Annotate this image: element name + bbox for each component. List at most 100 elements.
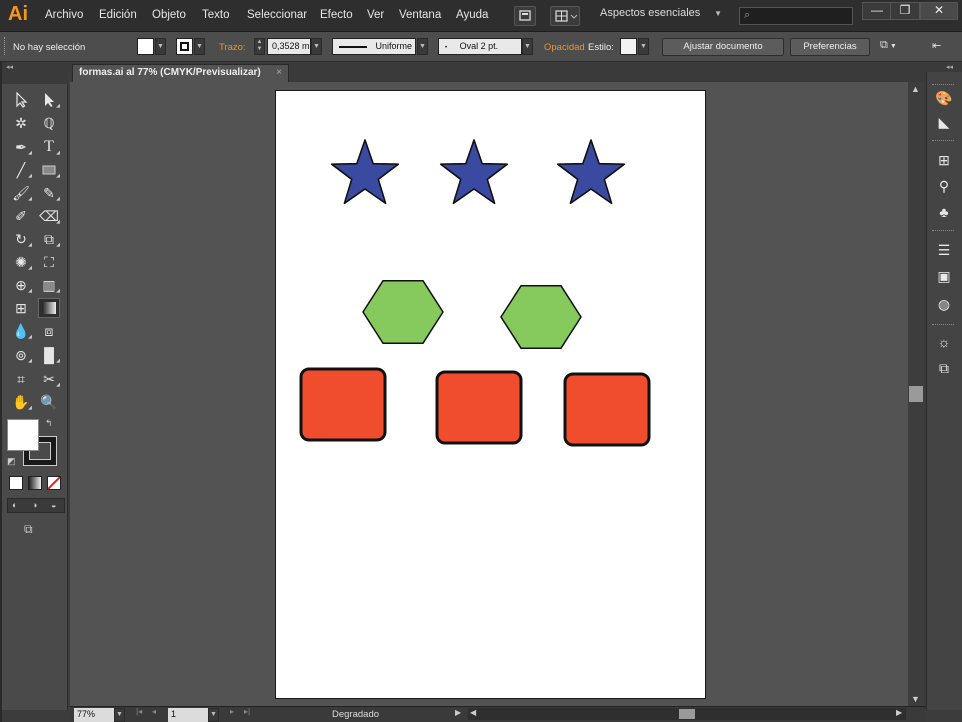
- menu-ayuda[interactable]: Ayuda: [456, 9, 488, 21]
- arrange-documents-button[interactable]: [550, 6, 580, 26]
- magic-wand-tool[interactable]: ✲: [10, 113, 32, 133]
- appearance-panel-icon[interactable]: ☼: [933, 332, 955, 352]
- menu-ventana[interactable]: Ventana: [399, 9, 441, 21]
- fit-document-button[interactable]: Ajustar documento: [662, 38, 784, 56]
- brush-dropdown[interactable]: ▼: [522, 38, 533, 55]
- brush-select[interactable]: • Oval 2 pt.: [438, 38, 522, 55]
- artboard-tool[interactable]: ⌗: [10, 369, 32, 389]
- hexagon-shape[interactable]: [500, 285, 582, 349]
- rounded-square-shape[interactable]: [563, 372, 651, 447]
- rectangle-tool[interactable]: ◢: [38, 160, 60, 180]
- document-tab[interactable]: formas.ai al 77% (CMYK/Previsualizar) ×: [72, 64, 289, 82]
- warp-tool[interactable]: ✺ ◢: [10, 252, 32, 272]
- star-shape[interactable]: [330, 139, 400, 205]
- gradient-mode-button[interactable]: [28, 476, 42, 490]
- bridge-button[interactable]: [514, 6, 536, 26]
- preferences-button[interactable]: Preferencias: [790, 38, 870, 56]
- direct-selection-tool[interactable]: ◢: [38, 90, 60, 110]
- selection-tool[interactable]: [10, 90, 32, 110]
- rotate-tool[interactable]: ↻ ◢: [10, 229, 32, 249]
- swatches-panel-icon[interactable]: ⊞: [933, 150, 955, 170]
- status-text[interactable]: Degradado: [332, 709, 379, 720]
- paintbrush-tool[interactable]: 🖌 ◢: [10, 183, 32, 203]
- menu-texto[interactable]: Texto: [202, 9, 230, 21]
- search-input[interactable]: ⌕: [739, 7, 853, 25]
- star-shape[interactable]: [439, 139, 509, 205]
- fill-swatch[interactable]: [137, 38, 154, 55]
- stroke-dropdown[interactable]: ▼: [194, 38, 205, 55]
- first-artboard-icon[interactable]: |◂: [136, 707, 142, 716]
- blend-tool[interactable]: ⧈: [38, 321, 60, 341]
- scroll-left-icon[interactable]: ◀: [470, 708, 476, 717]
- stroke-panel-icon[interactable]: ☰: [933, 240, 955, 260]
- shape-builder-tool[interactable]: ⊕ ◢: [10, 275, 32, 295]
- draw-inside-icon[interactable]: ◒: [51, 500, 56, 510]
- rounded-square-shape[interactable]: [299, 367, 387, 442]
- brushes-panel-icon[interactable]: ⚲: [933, 176, 955, 196]
- previous-artboard-icon[interactable]: ◂: [152, 707, 156, 716]
- none-mode-button[interactable]: [47, 476, 61, 490]
- color-mode-button[interactable]: [9, 476, 23, 490]
- hand-tool[interactable]: ✋ ◢: [10, 392, 32, 412]
- menu-seleccionar[interactable]: Seleccionar: [247, 9, 307, 21]
- free-transform-tool[interactable]: ⛶: [38, 252, 60, 272]
- minimize-button[interactable]: —: [862, 2, 892, 20]
- blob-brush-tool[interactable]: ✐: [10, 206, 32, 226]
- style-dropdown[interactable]: ▼: [638, 38, 649, 55]
- status-menu-icon[interactable]: ▶: [455, 708, 461, 717]
- menu-ver[interactable]: Ver: [367, 9, 384, 21]
- gradient-panel-icon[interactable]: ▣: [933, 266, 955, 286]
- fill-dropdown[interactable]: ▼: [155, 38, 166, 55]
- star-shape[interactable]: [556, 139, 626, 205]
- collapse-tools-icon[interactable]: ◂◂: [6, 63, 13, 71]
- menu-efecto[interactable]: Efecto: [320, 9, 353, 21]
- mesh-tool[interactable]: ⊞: [10, 298, 32, 318]
- stroke-stepper[interactable]: ▲ ▼: [254, 38, 265, 55]
- stroke-swatch[interactable]: [176, 38, 193, 55]
- gradient-tool[interactable]: [38, 298, 60, 318]
- hexagon-shape[interactable]: [362, 280, 444, 344]
- eyedropper-tool[interactable]: 💧 ◢: [10, 321, 32, 341]
- next-artboard-icon[interactable]: ▸: [230, 707, 234, 716]
- zoom-dropdown[interactable]: ▼: [114, 708, 125, 722]
- transparency-panel-icon[interactable]: ◍: [933, 294, 955, 314]
- collapse-dock-icon[interactable]: ◂◂: [946, 63, 953, 71]
- stroke-profile-select[interactable]: Uniforme: [332, 38, 416, 55]
- stroke-weight-field[interactable]: 0,3528 m: [267, 38, 311, 55]
- zoom-field[interactable]: 77%: [74, 708, 114, 722]
- last-artboard-icon[interactable]: ▸|: [244, 707, 250, 716]
- scroll-up-icon[interactable]: ▲: [911, 84, 920, 94]
- horizontal-scroll-thumb[interactable]: [679, 709, 695, 719]
- column-graph-tool[interactable]: ▐▌ ◢: [38, 345, 60, 365]
- swap-colors-icon[interactable]: ↰: [45, 418, 53, 429]
- color-panel-icon[interactable]: 🎨: [933, 88, 955, 108]
- color-guide-icon[interactable]: ◣: [933, 112, 955, 132]
- stroke-profile-dropdown[interactable]: ▼: [417, 38, 428, 55]
- isolate-button[interactable]: ⧉ ▼: [880, 39, 906, 55]
- opacity-label[interactable]: Opacidad: [544, 42, 585, 53]
- screen-mode-button[interactable]: ⧉: [24, 522, 46, 538]
- type-tool[interactable]: T ◢: [38, 137, 60, 157]
- scroll-right-icon[interactable]: ▶: [896, 708, 902, 717]
- close-tab-icon[interactable]: ×: [276, 65, 282, 81]
- line-tool[interactable]: ╱ ◢: [10, 160, 32, 180]
- menu-edicion[interactable]: Edición: [99, 9, 137, 21]
- symbols-panel-icon[interactable]: ♣: [933, 202, 955, 222]
- menu-archivo[interactable]: Archivo: [45, 9, 83, 21]
- fill-color-box[interactable]: [7, 419, 39, 451]
- symbol-sprayer-tool[interactable]: ⊚ ◢: [10, 345, 32, 365]
- zoom-tool[interactable]: 🔍: [38, 392, 60, 412]
- default-colors-icon[interactable]: ◩: [7, 456, 16, 467]
- pen-tool[interactable]: ✒ ◢: [10, 137, 32, 157]
- stroke-weight-dropdown[interactable]: ▼: [311, 38, 322, 55]
- perspective-grid-tool[interactable]: ▥ ◢: [38, 275, 60, 295]
- draw-behind-icon[interactable]: ◑: [32, 500, 37, 510]
- artboard-number-field[interactable]: 1: [168, 708, 208, 722]
- restore-button[interactable]: ❐: [890, 2, 920, 20]
- vertical-scroll-thumb[interactable]: [909, 386, 923, 402]
- rounded-square-shape[interactable]: [435, 370, 523, 445]
- artboard[interactable]: [275, 90, 706, 699]
- slice-tool[interactable]: ✂ ◢: [38, 369, 60, 389]
- panel-menu-button[interactable]: ⇤: [932, 39, 950, 55]
- scroll-down-icon[interactable]: ▼: [911, 694, 920, 704]
